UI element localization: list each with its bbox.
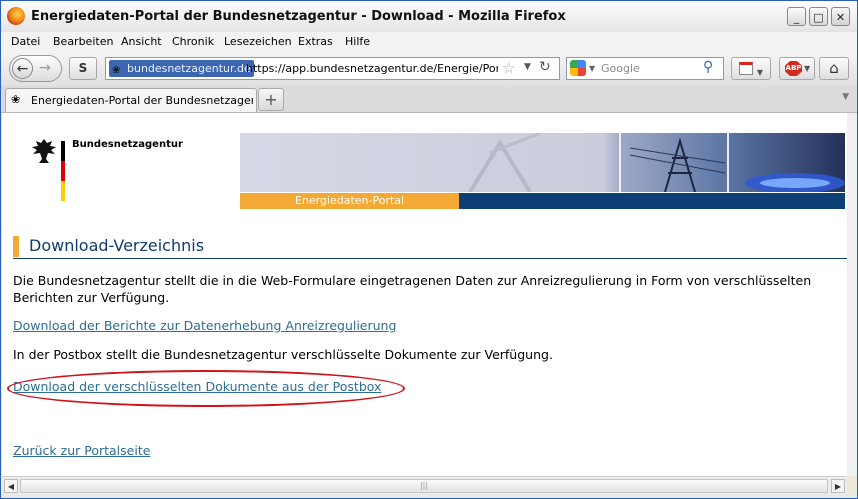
url-bar[interactable]: ❀ bundesnetzagentur.de https://app.bunde… <box>105 57 560 80</box>
home-button[interactable]: ⌂ <box>819 57 849 80</box>
title-bar: Energiedaten-Portal der Bundesnetzagentu… <box>1 1 857 33</box>
tab-eagle-icon: ❀ <box>11 93 21 106</box>
page-title: Download-Verzeichnis <box>29 236 205 255</box>
tab-strip: ❀ Energiedaten-Portal der Bundesnetzagen… <box>1 86 857 113</box>
tab-energiedaten-portal[interactable]: ❀ Energiedaten-Portal der Bundesnetzagen… <box>5 88 257 112</box>
menu-hilfe[interactable]: Hilfe <box>345 35 370 48</box>
window-title: Energiedaten-Portal der Bundesnetzagentu… <box>31 9 566 24</box>
forward-button[interactable]: → <box>39 58 51 78</box>
reload-icon[interactable]: ↻ <box>539 59 551 75</box>
banner-image <box>240 133 845 192</box>
feed-dropdown-icon: ▼ <box>756 68 763 77</box>
site-identity-domain: bundesnetzagentur.de <box>127 62 251 75</box>
adblock-button[interactable]: ABP ▼ <box>779 57 815 80</box>
feed-icon <box>739 62 753 75</box>
adblock-dropdown-icon: ▼ <box>804 64 811 73</box>
new-tab-button[interactable]: + <box>258 88 284 111</box>
navigation-toolbar: ← → S ❀ bundesnetzagentur.de https://app… <box>1 52 857 87</box>
status-bar <box>1 494 857 498</box>
back-to-portal-link[interactable]: Zurück zur Portalseite <box>13 443 150 458</box>
brand-name: Bundesnetzagentur <box>72 139 183 150</box>
maximize-button[interactable]: □ <box>809 7 828 26</box>
menu-bearbeiten[interactable]: Bearbeiten <box>53 35 113 48</box>
sync-s-icon[interactable]: S <box>69 57 97 80</box>
search-input[interactable]: Google <box>601 62 640 75</box>
horizontal-scrollbar[interactable]: ◀ ||| ▶ <box>2 476 847 495</box>
banner-blue-bar <box>459 193 845 209</box>
google-engine-icon[interactable] <box>570 60 586 76</box>
tab-list-icon[interactable]: ▼ <box>842 92 849 102</box>
menu-bar: Datei Bearbeiten Ansicht Chronik Lesezei… <box>1 32 857 52</box>
engine-dropdown-icon[interactable]: ▼ <box>589 64 595 73</box>
download-reports-link[interactable]: Download der Berichte zur Datenerhebung … <box>13 318 396 333</box>
minimize-button[interactable]: _ <box>787 7 806 26</box>
search-bar[interactable]: ▼ Google ⚲ <box>566 57 724 80</box>
header-banner: Energiedaten-Portal <box>240 133 845 209</box>
adblock-plus-icon: ABP <box>785 61 802 76</box>
highlight-annotation-ellipse <box>7 370 405 407</box>
firefox-icon <box>7 7 25 25</box>
feed-button[interactable]: ▼ <box>731 57 771 80</box>
tab-label: Energiedaten-Portal der Bundesnetzagentu… <box>31 94 253 107</box>
scroll-right-arrow-icon[interactable]: ▶ <box>831 479 845 493</box>
url-text[interactable]: https://app.bundesnetzagentur.de/Energie… <box>246 62 498 75</box>
horizontal-scroll-thumb[interactable]: ||| <box>20 479 828 493</box>
back-button[interactable]: ← <box>12 58 33 79</box>
scroll-left-arrow-icon[interactable]: ◀ <box>4 479 18 493</box>
close-button[interactable]: ✕ <box>831 7 850 26</box>
postbox-text: In der Postbox stellt die Bundesnetzagen… <box>13 347 553 362</box>
menu-datei[interactable]: Datei <box>11 35 40 48</box>
portal-label: Energiedaten-Portal <box>240 193 459 209</box>
menu-lesezeichen[interactable]: Lesezeichen <box>224 35 292 48</box>
page-content: Bundesnetzagentur Energiedaten-Portal Do… <box>2 113 847 476</box>
vertical-scroll-gutter <box>847 113 857 476</box>
intro-text: Die Bundesnetzagentur stellt die in die … <box>13 273 812 305</box>
menu-chronik[interactable]: Chronik <box>172 35 214 48</box>
bookmark-star-icon[interactable]: ☆ <box>502 59 515 77</box>
heading-divider <box>13 258 847 259</box>
german-flag-stripe <box>61 141 65 201</box>
browser-window: Energiedaten-Portal der Bundesnetzagentu… <box>0 0 858 499</box>
site-eagle-icon: ❀ <box>112 65 121 76</box>
menu-extras[interactable]: Extras <box>298 35 333 48</box>
back-forward-group: ← → <box>9 55 62 82</box>
menu-ansicht[interactable]: Ansicht <box>121 35 162 48</box>
heading-accent-bar <box>13 236 19 257</box>
federal-eagle-logo-icon <box>32 139 56 163</box>
search-magnifier-icon[interactable]: ⚲ <box>703 59 713 75</box>
url-dropdown-icon[interactable]: ▼ <box>524 62 531 72</box>
site-identity-button[interactable]: ❀ bundesnetzagentur.de <box>109 60 254 77</box>
